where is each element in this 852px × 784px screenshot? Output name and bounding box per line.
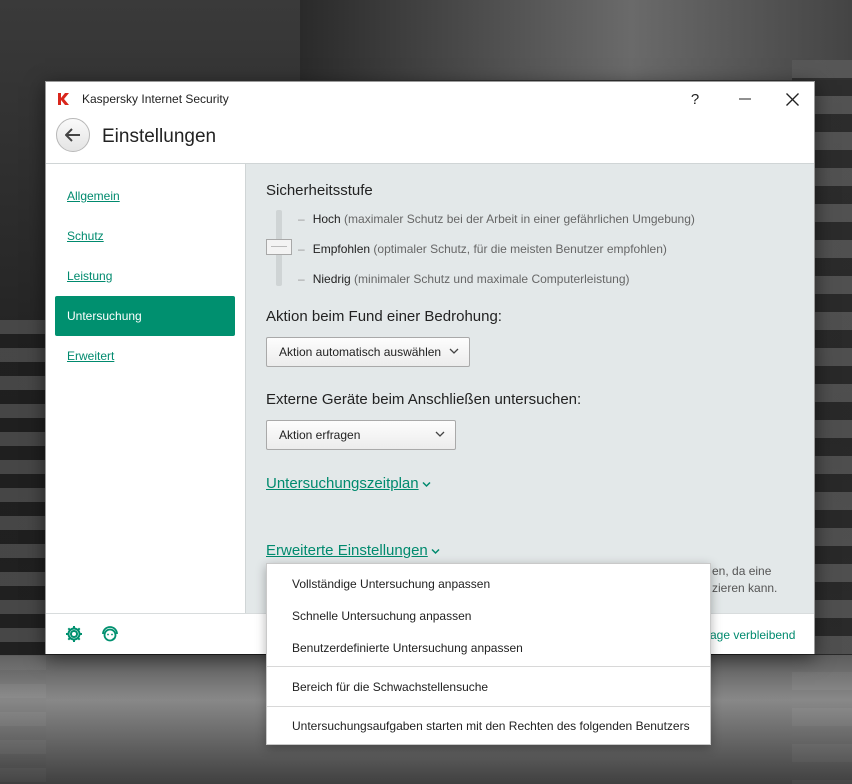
arrow-left-icon [65,128,80,142]
app-title: Kaspersky Internet Security [82,92,229,106]
level-description: (optimaler Schutz, für die meisten Benut… [373,242,667,256]
desktop-sky [300,0,852,80]
menu-item-run-as-user[interactable]: Untersuchungsaufgaben starten mit den Re… [267,710,710,742]
chevron-down-icon [435,431,445,437]
page-header: Einstellungen [46,114,814,162]
close-icon [785,92,799,106]
close-button[interactable] [772,86,812,112]
support-icon[interactable] [100,624,120,644]
chevron-down-icon [422,481,431,487]
kaspersky-logo-icon [58,93,69,105]
chevron-down-icon [431,548,440,554]
security-level-slider-thumb[interactable] [266,239,292,255]
sidebar-item-erweitert[interactable]: Erweitert [55,336,235,376]
sidebar-item-untersuchung[interactable]: Untersuchung [55,296,235,336]
sidebar: Allgemein Schutz Leistung Untersuchung E… [46,163,246,613]
advanced-settings-menu: Vollständige Untersuchung anpassen Schne… [266,563,711,745]
menu-item-custom-scan[interactable]: Benutzerdefinierte Untersuchung anpassen [267,632,710,664]
menu-item-vulnerability-scope[interactable]: Bereich für die Schwachstellensuche [267,671,710,703]
threat-action-select[interactable]: Aktion automatisch auswählen [266,337,470,367]
level-description: (minimaler Schutz und maximale Computerl… [354,272,630,286]
gear-icon[interactable] [64,624,84,644]
help-button[interactable]: ? [675,86,715,112]
sidebar-item-schutz[interactable]: Schutz [55,216,235,256]
schedule-link[interactable]: Untersuchungszeitplan [266,475,431,492]
partial-description-line-2: zieren kann. [712,581,778,595]
minimize-icon [739,98,751,100]
minimize-button[interactable] [725,86,765,112]
title-bar[interactable]: Kaspersky Internet Security ? [46,82,814,114]
menu-separator [267,666,710,667]
menu-item-quick-scan[interactable]: Schnelle Untersuchung anpassen [267,600,710,632]
external-devices-value: Aktion erfragen [279,428,361,442]
menu-item-full-scan[interactable]: Vollständige Untersuchung anpassen [267,568,710,600]
page-title: Einstellungen [102,126,217,147]
security-level-option-niedrig[interactable]: – Niedrig (minimaler Schutz und maximale … [298,272,629,286]
license-status-link[interactable]: age verbleibend [710,628,795,642]
level-description: (maximaler Schutz bei der Arbeit in eine… [344,212,695,226]
threat-action-value: Aktion automatisch auswählen [279,345,442,359]
security-level-option-empfohlen[interactable]: – Empfohlen (optimaler Schutz, für die me… [298,242,667,256]
back-button[interactable] [56,118,90,152]
chevron-down-icon [449,348,459,354]
settings-content: Sicherheitsstufe – Hoch (maximaler Schutz… [246,163,814,613]
level-tick: – [298,242,305,256]
external-devices-label: Externe Geräte beim Anschließen untersuc… [266,391,582,408]
level-tick: – [298,272,305,286]
security-level-title: Sicherheitsstufe [266,182,373,199]
level-name: Niedrig [312,272,351,286]
external-devices-select[interactable]: Aktion erfragen [266,420,456,450]
level-name: Hoch [312,212,341,226]
schedule-link-label: Untersuchungszeitplan [266,475,419,492]
level-name: Empfohlen [312,242,371,256]
threat-action-label: Aktion beim Fund einer Bedrohung: [266,308,502,325]
advanced-settings-link[interactable]: Erweiterte Einstellungen [266,542,440,559]
level-tick: – [298,212,305,226]
advanced-settings-link-label: Erweiterte Einstellungen [266,542,428,559]
sidebar-item-leistung[interactable]: Leistung [55,256,235,296]
sidebar-item-allgemein[interactable]: Allgemein [55,176,235,216]
security-level-option-hoch[interactable]: – Hoch (maximaler Schutz bei der Arbeit i… [298,212,695,226]
partial-description-line-1: en, da eine [712,564,772,578]
menu-separator [267,706,710,707]
